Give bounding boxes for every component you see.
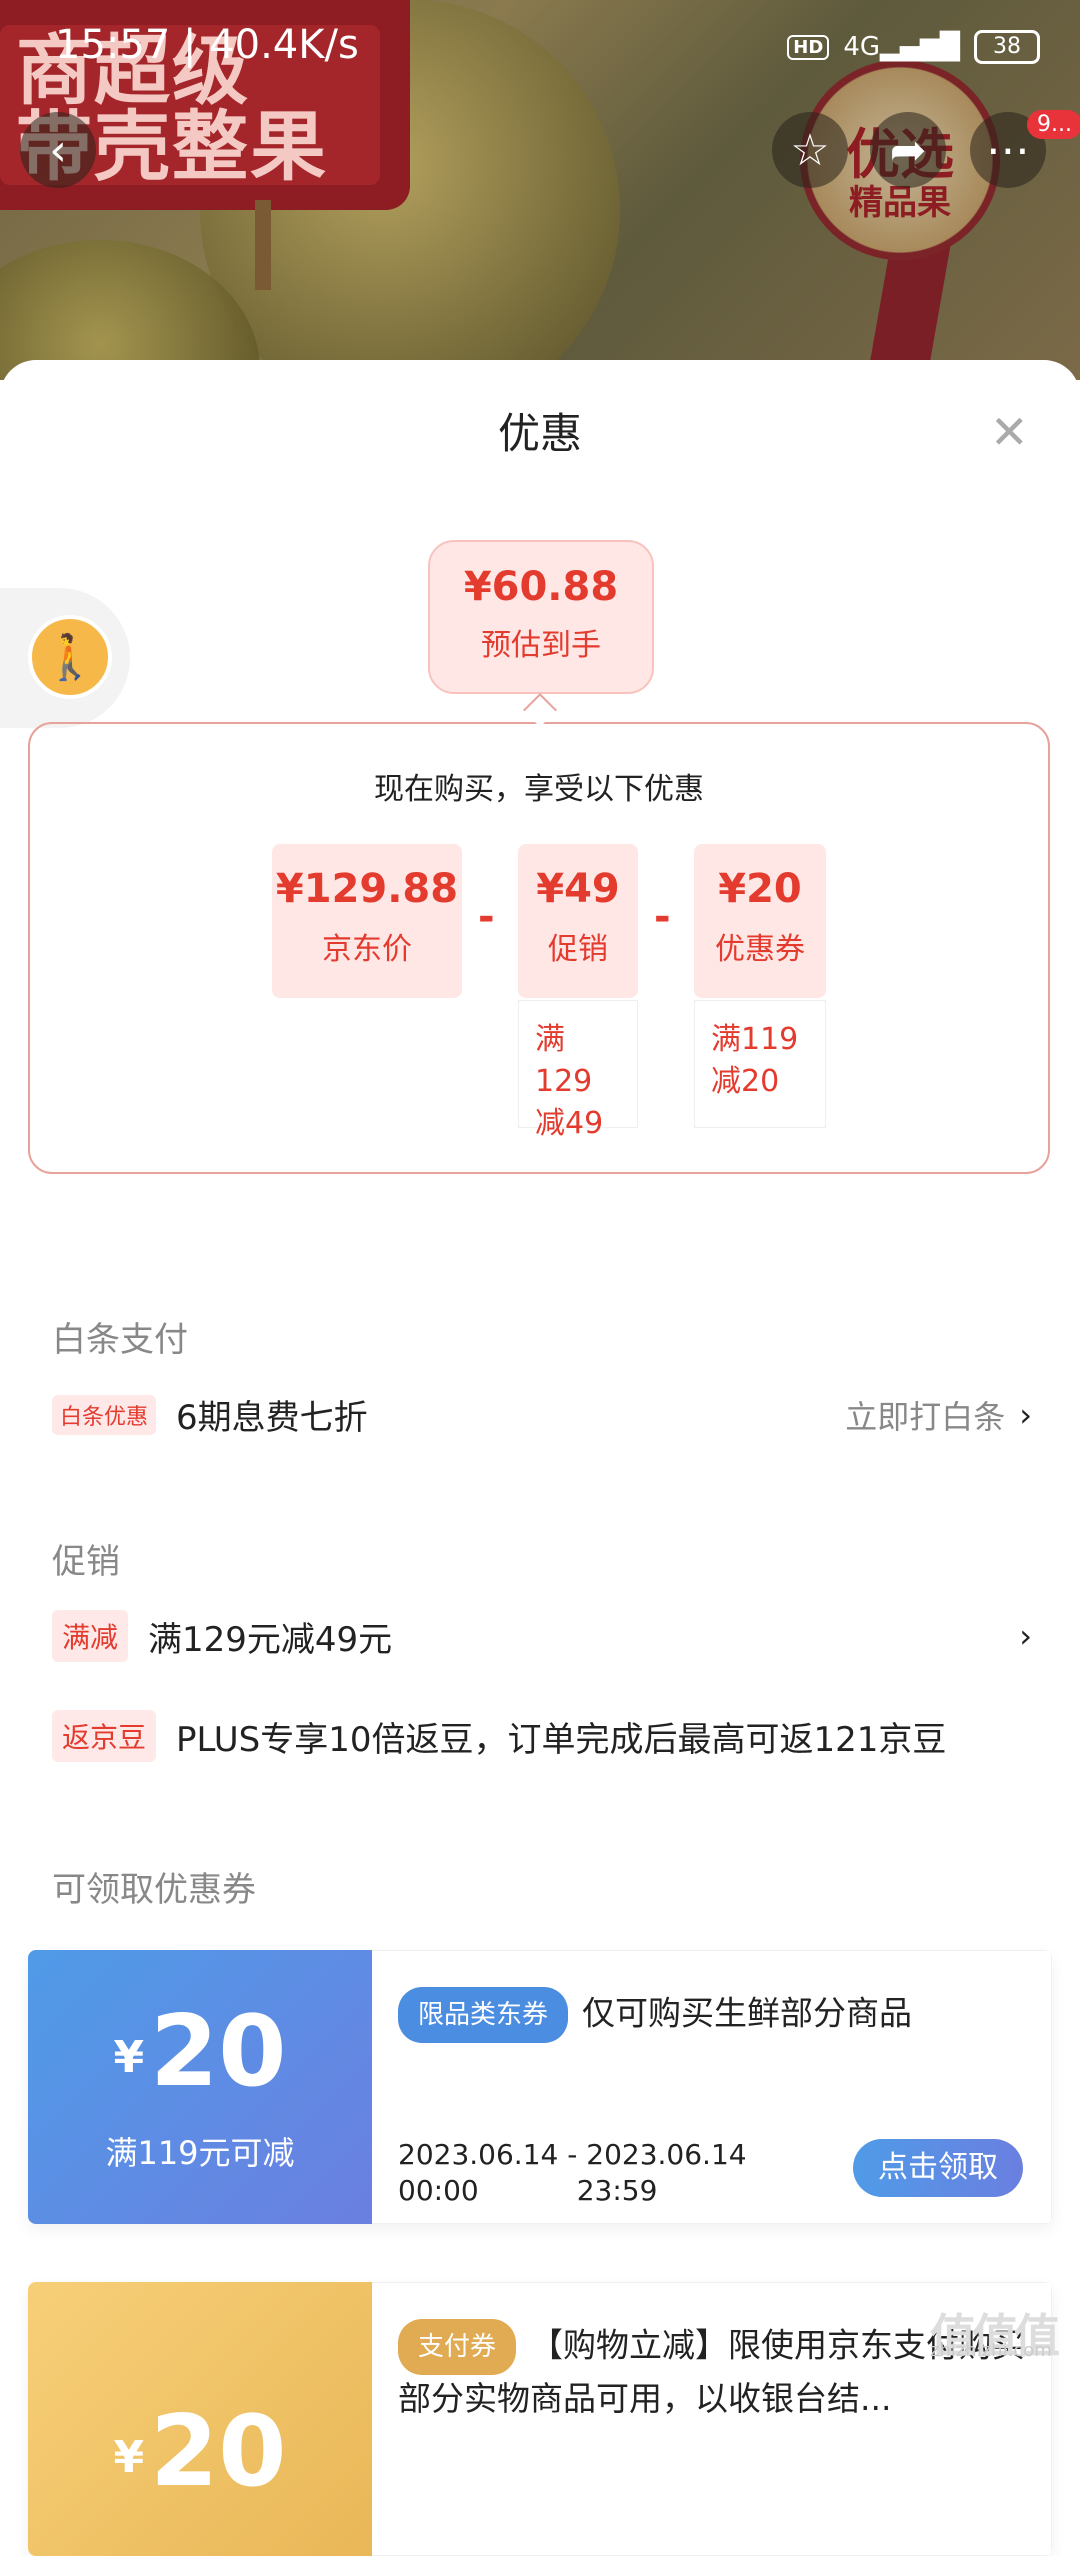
coupon-value: ¥20 [718,866,802,912]
star-icon: ☆ [790,124,830,176]
estimated-price: ¥60.88 [463,564,619,610]
estimated-price-box: ¥60.88 预估到手 [428,540,654,694]
coupon-amount: 20 [150,1995,287,2109]
promotion-text: PLUS专享10倍返豆，订单完成后最高可返121京豆 [176,1719,947,1760]
watermark-site: zhizhizhi.com [930,2340,1052,2361]
coupon-title-text: 仅可购买生鲜部分商品 [582,1993,913,2033]
baitiao-heading: 白条支付 [52,1320,188,1360]
accessibility-button[interactable]: 🚶 [0,588,130,728]
coupon-title: 限品类东券 仅可购买生鲜部分商品 [398,1987,1031,2043]
coupon-time-start: 00:00 [398,2174,479,2207]
baitiao-row[interactable]: 白条优惠 6期息费七折 立即打白条 › [52,1390,1032,1439]
claim-coupon-button[interactable]: 点击领取 [853,2139,1023,2197]
coupon-condition-line: 满119 [711,1022,799,1057]
chevron-right-icon: › [1019,1395,1032,1434]
promotion-tag: 返京豆 [52,1710,157,1762]
coupon-date-start: 2023.06.14 [398,2138,559,2171]
baitiao-text: 6期息费七折 [176,1398,368,1438]
baitiao-action[interactable]: 立即打白条 [845,1392,1005,1438]
chevron-right-icon: › [1019,1617,1032,1655]
coupon-card: ¥20 满119元可减 限品类东券 仅可购买生鲜部分商品 2023.06.14 -… [28,1950,1052,2224]
signal-icon: 4G▂▄▆█ [843,32,960,62]
close-button[interactable]: ✕ [990,405,1029,459]
promo-condition-line: 满129 [535,1022,593,1099]
jd-price-label: 京东价 [322,932,412,967]
estimated-price-label: 预估到手 [481,628,601,663]
battery-icon: 38 [974,30,1040,64]
coupon-amount-panel: ¥20 [28,2282,372,2556]
discount-sheet: 优惠 ✕ 🚶 ¥60.88 预估到手 现在购买，享受以下优惠 ¥129.88 京… [0,360,1080,2556]
share-icon: ➦ [889,124,927,176]
coupon-time-end: 23:59 [576,2174,658,2207]
jd-price-value: ¥129.88 [275,866,459,912]
price-breakdown: 现在购买，享受以下优惠 ¥129.88 京东价 - ¥49 促销 满129 减4… [28,722,1050,1174]
hd-icon: HD [787,34,830,60]
coupon-date-end: 2023.06.14 [586,2138,747,2171]
coupon-currency: ¥ [113,2032,145,2084]
status-time: 15:57 | 40.4K/s [55,22,359,68]
banner-stick [255,200,271,290]
promo-label: 促销 [548,932,608,967]
coupon-condition: 满119元可减 [105,2134,295,2173]
coupon-tag: 支付券 [398,2319,517,2375]
coupon-condition: 满119 减20 [694,1000,826,1128]
promo-condition: 满129 减49 [518,1000,638,1141]
coupon-label: 优惠券 [715,932,805,967]
coupon-currency: ¥ [113,2432,145,2484]
message-badge: 9... [1027,110,1080,139]
promo-condition-line: 减49 [535,1106,604,1141]
back-button[interactable]: ‹ [20,112,96,188]
more-icon: ⋯ [986,124,1030,176]
accessibility-icon: 🚶 [42,632,98,683]
jd-price-box: ¥129.88 京东价 [272,844,462,998]
back-arrow-icon: ‹ [49,124,67,176]
promotion-tag: 满减 [52,1610,129,1662]
share-button[interactable]: ➦ [870,112,946,188]
coupons-heading: 可领取优惠券 [52,1870,256,1910]
promotion-row[interactable]: 满减 满129元减49元 › [52,1610,1032,1662]
promo-box: ¥49 促销 [518,844,638,998]
promotion-text: 满129元减49元 [148,1619,393,1660]
coupon-validity: 2023.06.14 - 2023.06.14 00:00 23:59 [398,2137,747,2209]
status-bar: 15:57 | 40.4K/s HD 4G▂▄▆█ 38 [0,0,1080,95]
coupon-amount: 20 [150,2395,287,2509]
breakdown-title: 现在购买，享受以下优惠 [374,772,704,807]
coupon-card: ¥20 支付券 【购物立减】限使用京东支付购买部分实物商品可用，以收银台结... [28,2282,1052,2556]
coupon-amount-panel: ¥20 满119元可减 [28,1950,372,2224]
promotion-heading: 促销 [52,1542,120,1582]
coupon-condition-line: 减20 [711,1064,780,1099]
close-icon: ✕ [990,405,1029,459]
minus-sign: - [478,894,495,940]
promo-value: ¥49 [536,866,620,912]
favorite-button[interactable]: ☆ [772,112,848,188]
coupon-date-sep: - [567,2138,578,2171]
promotion-row: 返京豆 PLUS专享10倍返豆，订单完成后最高可返121京豆 [52,1710,1032,1762]
coupon-box: ¥20 优惠券 [694,844,826,998]
baitiao-tag: 白条优惠 [52,1394,157,1435]
minus-sign: - [654,894,671,940]
coupon-tag: 限品类东券 [398,1987,569,2043]
sheet-title: 优惠 [497,409,582,458]
